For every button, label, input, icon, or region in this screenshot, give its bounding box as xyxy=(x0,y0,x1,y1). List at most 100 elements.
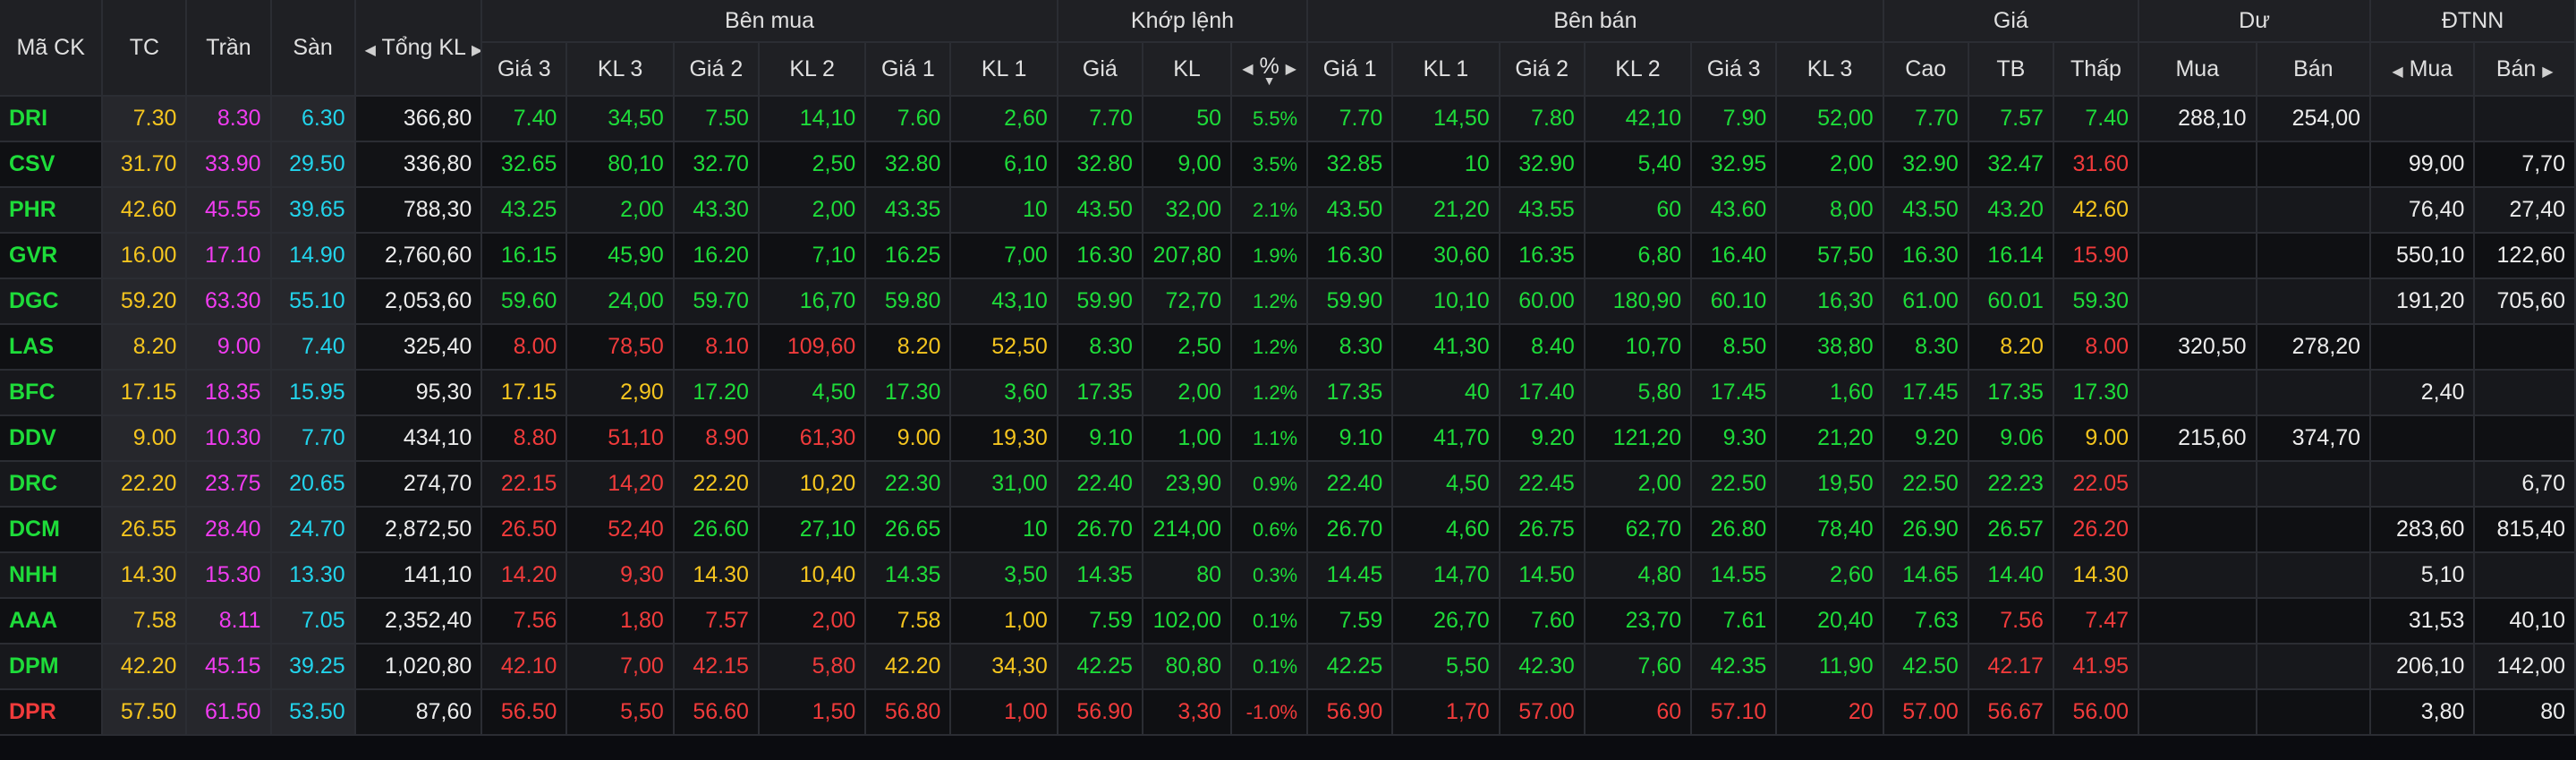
buy-price-2-cell[interactable]: 32.70 xyxy=(673,141,760,188)
header-buy-vol-3[interactable]: KL 3 xyxy=(566,42,675,97)
buy-price-1-cell[interactable]: 16.25 xyxy=(865,233,952,279)
matched-price-cell[interactable]: 42.25 xyxy=(1057,644,1143,690)
buy-price-1-cell[interactable]: 59.80 xyxy=(865,278,952,325)
avg-price-cell[interactable]: 26.57 xyxy=(1968,507,2054,553)
ceiling-price-cell[interactable]: 45.55 xyxy=(186,187,272,234)
buy-vol-1-cell[interactable]: 52,50 xyxy=(950,324,1058,371)
matched-price-cell[interactable]: 16.30 xyxy=(1057,233,1143,279)
buy-vol-2-cell[interactable]: 2,00 xyxy=(758,187,867,234)
sell-price-1-cell[interactable]: 7.59 xyxy=(1307,598,1394,645)
foreign-sell-cell[interactable]: 6,70 xyxy=(2474,461,2576,508)
buy-price-1-cell[interactable]: 14.35 xyxy=(865,552,952,599)
header-foreign-buy[interactable]: ◀ Mua xyxy=(2370,42,2476,97)
sell-price-1-cell[interactable]: 7.70 xyxy=(1307,96,1394,142)
foreign-buy-cell[interactable] xyxy=(2370,415,2476,462)
sell-vol-3-cell[interactable]: 1,60 xyxy=(1776,370,1884,416)
matched-pct-cell[interactable]: 2.1% xyxy=(1231,187,1309,234)
buy-price-1-cell[interactable]: 26.65 xyxy=(865,507,952,553)
buy-price-3-cell[interactable]: 8.00 xyxy=(481,324,568,371)
sell-price-2-cell[interactable]: 9.20 xyxy=(1499,415,1586,462)
buy-vol-2-cell[interactable]: 1,50 xyxy=(758,689,867,736)
symbol-cell[interactable]: GVR xyxy=(0,233,104,279)
sell-vol-2-cell[interactable]: 121,20 xyxy=(1584,415,1693,462)
header-buy-price-1[interactable]: Giá 1 xyxy=(865,42,952,97)
foreign-buy-cell[interactable]: 283,60 xyxy=(2370,507,2476,553)
buy-price-3-cell[interactable]: 43.25 xyxy=(481,187,568,234)
sell-price-1-cell[interactable]: 16.30 xyxy=(1307,233,1394,279)
buy-vol-1-cell[interactable]: 3,50 xyxy=(950,552,1058,599)
ceiling-price-cell[interactable]: 23.75 xyxy=(186,461,272,508)
buy-vol-3-cell[interactable]: 34,50 xyxy=(566,96,675,142)
ref-price-cell[interactable]: 42.20 xyxy=(102,644,188,690)
symbol-cell[interactable]: AAA xyxy=(0,598,104,645)
sell-vol-1-cell[interactable]: 4,60 xyxy=(1392,507,1501,553)
symbol-cell[interactable]: DDV xyxy=(0,415,104,462)
ref-price-cell[interactable]: 26.55 xyxy=(102,507,188,553)
buy-price-2-cell[interactable]: 7.50 xyxy=(673,96,760,142)
sell-vol-3-cell[interactable]: 78,40 xyxy=(1776,507,1884,553)
matched-vol-cell[interactable]: 9,00 xyxy=(1142,141,1233,188)
foreign-sell-cell[interactable]: 705,60 xyxy=(2474,278,2576,325)
sell-price-2-cell[interactable]: 42.30 xyxy=(1499,644,1586,690)
buy-vol-2-cell[interactable]: 2,00 xyxy=(758,598,867,645)
ceiling-price-cell[interactable]: 45.15 xyxy=(186,644,272,690)
header-buy-vol-2[interactable]: KL 2 xyxy=(758,42,867,97)
sell-price-3-cell[interactable]: 26.80 xyxy=(1691,507,1778,553)
buy-vol-1-cell[interactable]: 2,60 xyxy=(950,96,1058,142)
ceiling-price-cell[interactable]: 8.30 xyxy=(186,96,272,142)
sell-price-3-cell[interactable]: 17.45 xyxy=(1691,370,1778,416)
foreign-sell-cell[interactable]: 815,40 xyxy=(2474,507,2576,553)
low-price-cell[interactable]: 14.30 xyxy=(2053,552,2140,599)
buy-price-2-cell[interactable]: 22.20 xyxy=(673,461,760,508)
matched-vol-cell[interactable]: 3,30 xyxy=(1142,689,1233,736)
matched-pct-cell[interactable]: 0.1% xyxy=(1231,644,1309,690)
header-symbol[interactable]: Mã CK xyxy=(0,0,104,97)
sell-vol-3-cell[interactable]: 19,50 xyxy=(1776,461,1884,508)
floor-price-cell[interactable]: 6.30 xyxy=(270,96,356,142)
low-price-cell[interactable]: 31.60 xyxy=(2053,141,2140,188)
matched-pct-cell[interactable]: 5.5% xyxy=(1231,96,1309,142)
high-price-cell[interactable]: 43.50 xyxy=(1883,187,1969,234)
symbol-cell[interactable]: LAS xyxy=(0,324,104,371)
buy-vol-1-cell[interactable]: 3,60 xyxy=(950,370,1058,416)
header-foreign-sell[interactable]: Bán ▶ xyxy=(2474,42,2576,97)
symbol-cell[interactable]: PHR xyxy=(0,187,104,234)
matched-vol-cell[interactable]: 80 xyxy=(1142,552,1233,599)
sell-vol-3-cell[interactable]: 38,80 xyxy=(1776,324,1884,371)
sell-vol-2-cell[interactable]: 5,80 xyxy=(1584,370,1693,416)
header-price-avg[interactable]: TB xyxy=(1968,42,2054,97)
scroll-left-icon[interactable]: ◀ xyxy=(2392,64,2402,80)
buy-vol-2-cell[interactable]: 5,80 xyxy=(758,644,867,690)
foreign-buy-cell[interactable]: 99,00 xyxy=(2370,141,2476,188)
remaining-buy-cell[interactable] xyxy=(2138,233,2257,279)
scroll-right-icon[interactable]: ▶ xyxy=(1286,62,1297,77)
foreign-buy-cell[interactable]: 550,10 xyxy=(2370,233,2476,279)
high-price-cell[interactable]: 9.20 xyxy=(1883,415,1969,462)
buy-price-1-cell[interactable]: 56.80 xyxy=(865,689,952,736)
sell-price-2-cell[interactable]: 26.75 xyxy=(1499,507,1586,553)
buy-vol-3-cell[interactable]: 80,10 xyxy=(566,141,675,188)
buy-vol-1-cell[interactable]: 7,00 xyxy=(950,233,1058,279)
matched-vol-cell[interactable]: 32,00 xyxy=(1142,187,1233,234)
sell-price-1-cell[interactable]: 43.50 xyxy=(1307,187,1394,234)
low-price-cell[interactable]: 56.00 xyxy=(2053,689,2140,736)
ceiling-price-cell[interactable]: 17.10 xyxy=(186,233,272,279)
remaining-buy-cell[interactable] xyxy=(2138,141,2257,188)
remaining-buy-cell[interactable] xyxy=(2138,187,2257,234)
sell-price-1-cell[interactable]: 26.70 xyxy=(1307,507,1394,553)
sell-price-1-cell[interactable]: 32.85 xyxy=(1307,141,1394,188)
remaining-buy-cell[interactable] xyxy=(2138,644,2257,690)
buy-vol-2-cell[interactable]: 14,10 xyxy=(758,96,867,142)
low-price-cell[interactable]: 8.00 xyxy=(2053,324,2140,371)
sell-vol-3-cell[interactable]: 11,90 xyxy=(1776,644,1884,690)
foreign-buy-cell[interactable]: 3,80 xyxy=(2370,689,2476,736)
sell-vol-1-cell[interactable]: 14,70 xyxy=(1392,552,1501,599)
ceiling-price-cell[interactable]: 10.30 xyxy=(186,415,272,462)
sell-vol-1-cell[interactable]: 21,20 xyxy=(1392,187,1501,234)
matched-pct-cell[interactable]: 0.9% xyxy=(1231,461,1309,508)
header-matched-pct[interactable]: ◀ % ▶ ▼ xyxy=(1231,42,1309,97)
sell-price-2-cell[interactable]: 7.60 xyxy=(1499,598,1586,645)
sell-price-2-cell[interactable]: 43.55 xyxy=(1499,187,1586,234)
sell-vol-3-cell[interactable]: 57,50 xyxy=(1776,233,1884,279)
ref-price-cell[interactable]: 42.60 xyxy=(102,187,188,234)
